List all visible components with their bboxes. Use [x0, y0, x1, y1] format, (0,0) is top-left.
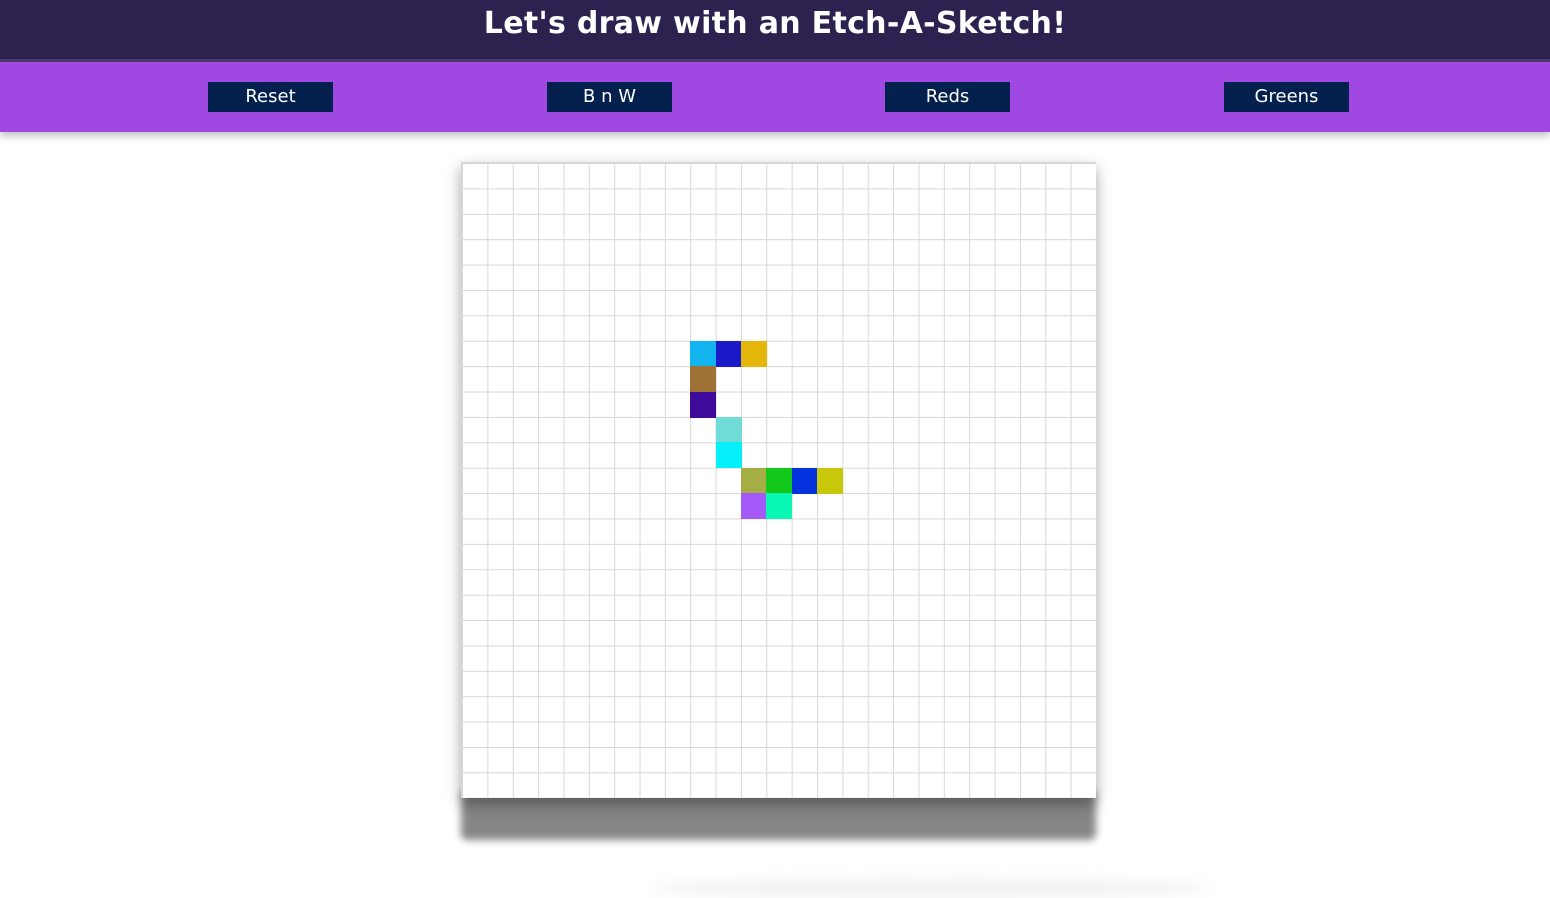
painted-cell[interactable]: [766, 467, 793, 494]
painted-cell[interactable]: [715, 442, 742, 469]
painted-cell[interactable]: [715, 417, 742, 443]
painted-cell[interactable]: [690, 391, 717, 418]
painted-cell[interactable]: [740, 493, 767, 520]
painted-cell[interactable]: [690, 340, 717, 367]
black-and-white-button[interactable]: B n W: [547, 82, 672, 112]
painted-cell[interactable]: [740, 340, 767, 367]
painted-cell[interactable]: [766, 493, 793, 520]
page-title: Let's draw with an Etch-A-Sketch!: [483, 6, 1067, 41]
painted-cell[interactable]: [817, 467, 844, 494]
toolbar: Reset B n W Reds Greens: [0, 62, 1550, 132]
reset-button[interactable]: Reset: [208, 82, 333, 112]
painted-cell[interactable]: [740, 467, 767, 494]
painted-cell[interactable]: [715, 340, 742, 367]
painted-cell[interactable]: [791, 467, 818, 494]
sketch-board[interactable]: [461, 162, 1096, 798]
painted-cell[interactable]: [690, 366, 717, 393]
bottom-glow: [650, 878, 1210, 898]
app-header: Let's draw with an Etch-A-Sketch!: [0, 0, 1550, 59]
reds-button[interactable]: Reds: [885, 82, 1010, 112]
greens-button[interactable]: Greens: [1224, 82, 1349, 112]
